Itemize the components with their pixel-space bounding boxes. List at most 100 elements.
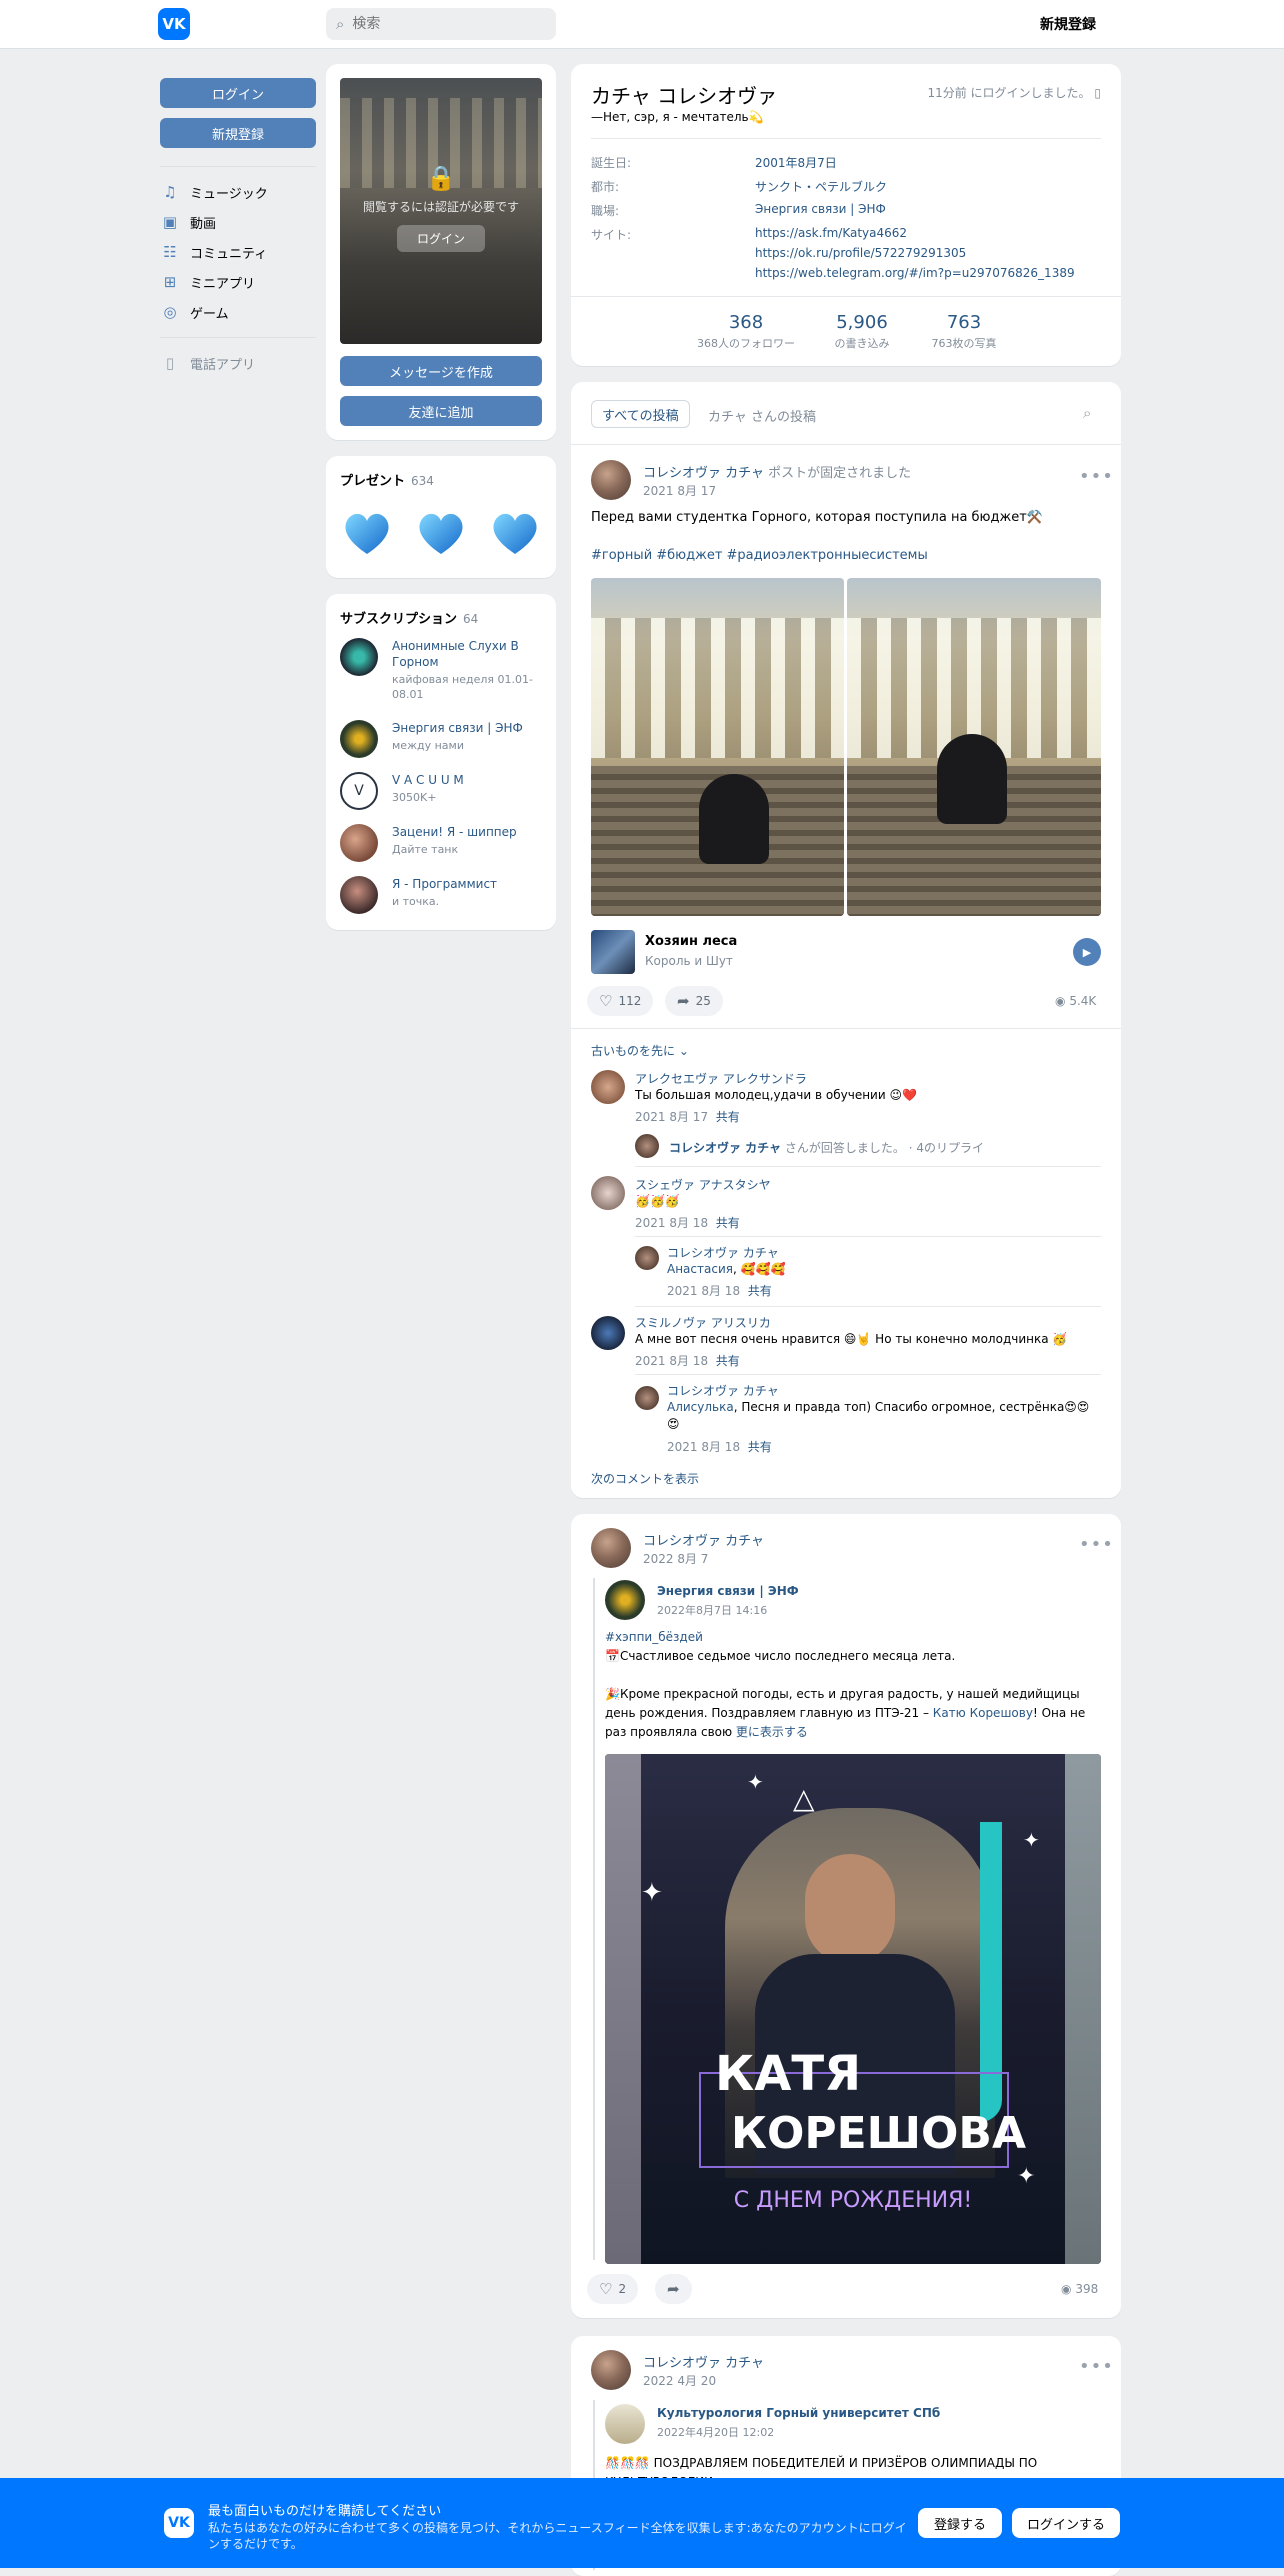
subscription-item[interactable]: Анонимные Слухи В Горном кайфовая неделя… (340, 638, 540, 704)
subscription-item[interactable]: Я - Программист и точка. (340, 876, 540, 916)
replies-summary[interactable]: コレシオヴァ カチャ さんが回答しました。 · 4のリプライ (669, 1139, 984, 1156)
comment-date[interactable]: 2021 8月 17 (635, 1110, 708, 1124)
track-cover[interactable] (591, 930, 635, 974)
nav-item-phone-app[interactable]: ▯ 電話アプリ (160, 348, 316, 378)
avatar[interactable] (591, 460, 631, 500)
comment-mention[interactable]: Анастасия (667, 1262, 733, 1276)
avatar[interactable] (635, 1246, 659, 1270)
comment-author[interactable]: スミルノヴァ アリスリカ (635, 1314, 771, 1331)
show-more-link[interactable]: 更に表示する (736, 1725, 808, 1739)
comment-share-link[interactable]: 共有 (716, 1110, 740, 1124)
avatar[interactable] (591, 2350, 631, 2390)
repost-date[interactable]: 2022年8月7日 14:16 (657, 1602, 767, 1618)
gift-heart-icon[interactable] (340, 506, 394, 560)
subscription-name[interactable]: Зацени! Я - шиппер (392, 824, 542, 840)
post-hashtags[interactable]: #горный #бюджет #радиоэлектронныесистемы (591, 546, 1101, 565)
subscription-item[interactable]: Зацени! Я - шиппер Дайте танк (340, 824, 540, 864)
city-link[interactable]: サンクト・ペテルブルク (755, 178, 1115, 195)
search-box[interactable]: ⌕ (326, 8, 556, 40)
work-link[interactable]: Энергия связи | ЭНФ (755, 202, 1115, 216)
comment-share-link[interactable]: 共有 (716, 1216, 740, 1230)
comment-share-link[interactable]: 共有 (748, 1440, 772, 1454)
post-date[interactable]: 2022 8月 7 (643, 1550, 708, 1567)
subscription-name[interactable]: Энергия связи | ЭНФ (392, 720, 542, 736)
post-photo[interactable] (591, 578, 844, 916)
subscription-item[interactable]: Энергия связи | ЭНФ между нами (340, 720, 540, 760)
avatar[interactable] (635, 1386, 659, 1410)
subscription-name[interactable]: V A C U U M (392, 772, 542, 788)
post-author[interactable]: コレシオヴァ カチャ (643, 466, 764, 481)
sort-comments-toggle[interactable]: 古いものを先に ⌄ (591, 1042, 689, 1059)
site-link[interactable]: https://ok.ru/profile/572279291305 (755, 246, 1115, 260)
mention-link[interactable]: Катю Корешову (933, 1706, 1033, 1720)
repost-date[interactable]: 2022年4月20日 12:02 (657, 2424, 774, 2440)
post-photo[interactable] (847, 578, 1101, 916)
hashtag[interactable]: #хэппи_бёздей (605, 1630, 703, 1644)
comment-author[interactable]: アレクセエヴァ アレクサンドラ (635, 1070, 807, 1087)
avatar[interactable] (635, 1134, 659, 1158)
like-button[interactable]: ♡ 112 (587, 986, 654, 1016)
tab-all-posts[interactable]: すべての投稿 (591, 400, 690, 428)
repost-author[interactable]: Энергия связи | ЭНФ (657, 1584, 799, 1598)
comment-author[interactable]: コレシオヴァ カチャ (667, 1244, 779, 1261)
write-message-button[interactable]: メッセージを作成 (340, 356, 542, 386)
nav-item-games[interactable]: ◎ ゲーム (160, 297, 316, 327)
subscription-item[interactable]: V V A C U U M 3050K+ (340, 772, 540, 812)
register-button[interactable]: 新規登録 (160, 118, 316, 148)
site-link[interactable]: https://web.telegram.org/#/im?p=u2970768… (755, 266, 1115, 280)
site-link[interactable]: https://ask.fm/Katya4662 (755, 226, 1115, 240)
nav-item-music[interactable]: ♫ ミュージック (160, 177, 316, 207)
search-input[interactable] (350, 15, 545, 33)
comment-date[interactable]: 2021 8月 18 (635, 1216, 708, 1230)
avatar[interactable] (591, 1316, 625, 1350)
share-button[interactable]: ➦ 25 (665, 986, 723, 1016)
gifts-header[interactable]: プレゼント 634 (340, 470, 434, 489)
banner-login-button[interactable]: ログインする (1012, 2508, 1120, 2538)
subscription-name[interactable]: Я - Программист (392, 876, 542, 892)
nav-item-mini-apps[interactable]: ⊞ ミニアプリ (160, 267, 316, 297)
comment-share-link[interactable]: 共有 (748, 1284, 772, 1298)
repost-author[interactable]: Культурология Горный университет СПб (657, 2406, 940, 2420)
vk-logo-icon[interactable]: VK (158, 8, 190, 40)
track-artist[interactable]: Король и Шут (645, 954, 733, 968)
subscriptions-header[interactable]: サブスクリプション 64 (340, 608, 478, 627)
more-options-icon[interactable]: ••• (1079, 2356, 1114, 2377)
show-more-comments-link[interactable]: 次のコメントを表示 (591, 1470, 699, 1487)
avatar[interactable] (591, 1070, 625, 1104)
play-icon[interactable]: ▶ (1073, 938, 1101, 966)
nav-item-community[interactable]: ☷ コミュニティ (160, 237, 316, 267)
gift-heart-icon[interactable] (488, 506, 542, 560)
comment-author[interactable]: スシェヴァ アナスタシヤ (635, 1176, 771, 1193)
birthday-link[interactable]: 2001年8月7日 (755, 154, 1115, 171)
profile-photo[interactable]: 🔒 閲覧するには認証が必要です ログイン (340, 78, 542, 344)
post-author[interactable]: コレシオヴァ カチャ (643, 1530, 764, 1549)
comment-mention[interactable]: Алисулька (667, 1400, 734, 1414)
more-options-icon[interactable]: ••• (1079, 1534, 1114, 1555)
avatar[interactable] (605, 1580, 645, 1620)
post-date[interactable]: 2022 4月 20 (643, 2372, 716, 2389)
overlay-login-button[interactable]: ログイン (396, 225, 485, 252)
subscription-name[interactable]: Анонимные Слухи В Горном (392, 638, 542, 670)
comment-date[interactable]: 2021 8月 18 (667, 1440, 740, 1454)
post-date[interactable]: 2021 8月 17 (643, 482, 716, 499)
track-title[interactable]: Хозяин леса (645, 934, 737, 949)
post-author[interactable]: コレシオヴァ カチャ (643, 2352, 764, 2371)
avatar[interactable] (605, 2404, 645, 2444)
wall-search-icon[interactable]: ⌕ (1083, 404, 1091, 422)
nav-item-video[interactable]: ▣ 動画 (160, 207, 316, 237)
avatar[interactable] (591, 1528, 631, 1568)
share-button[interactable]: ➦ (655, 2274, 692, 2304)
comment-author[interactable]: コレシオヴァ カチャ (667, 1382, 779, 1399)
more-options-icon[interactable]: ••• (1079, 466, 1114, 487)
comment-share-link[interactable]: 共有 (716, 1354, 740, 1368)
comment-date[interactable]: 2021 8月 18 (667, 1284, 740, 1298)
comment-date[interactable]: 2021 8月 18 (635, 1354, 708, 1368)
stat-photos[interactable]: 763 763枚の写真 (889, 312, 1039, 351)
gift-heart-icon[interactable] (414, 506, 468, 560)
banner-register-button[interactable]: 登録する (918, 2508, 1002, 2538)
like-button[interactable]: ♡ 2 (587, 2274, 639, 2304)
add-friend-button[interactable]: 友達に追加 (340, 396, 542, 426)
login-button[interactable]: ログイン (160, 78, 316, 108)
header-register-link[interactable]: 新規登録 (1040, 14, 1096, 34)
birthday-image[interactable]: ✦ ✦ ✦ ✦ △ КАТЯ КОРЕШОВА С ДНЕМ РОЖДЕНИЯ! (605, 1754, 1101, 2264)
